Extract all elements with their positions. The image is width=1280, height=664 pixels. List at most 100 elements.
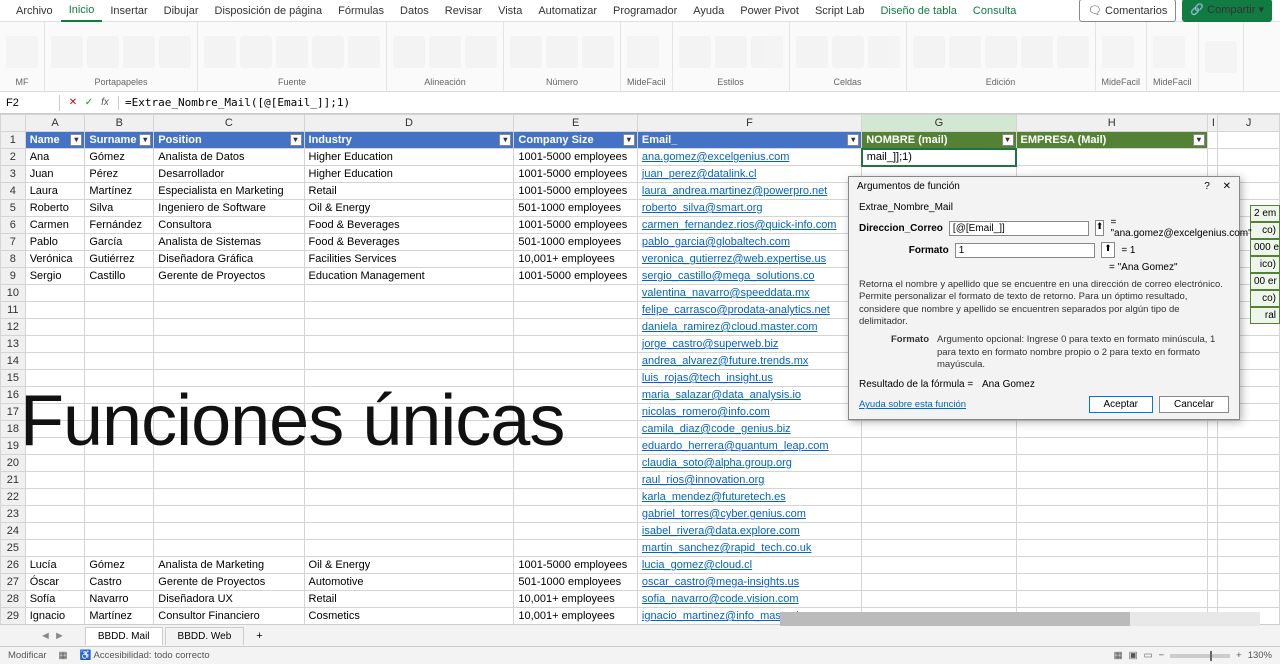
row-header[interactable]: 18 xyxy=(1,421,26,438)
table-header[interactable]: Surname▾ xyxy=(85,132,154,149)
email-link[interactable]: gabriel_torres@cyber.genius.com xyxy=(642,508,806,520)
row-header[interactable]: 9 xyxy=(1,268,26,285)
menu-disposición-de-página[interactable]: Disposición de página xyxy=(207,1,331,21)
email-link[interactable]: karla_mendez@futuretech.es xyxy=(642,491,786,503)
tab-inactive[interactable]: BBDD. Web xyxy=(165,627,245,645)
table-row[interactable]: 24 isabel_rivera@data.explore.com xyxy=(1,523,1280,540)
row-header[interactable]: 24 xyxy=(1,523,26,540)
ribbon-item[interactable] xyxy=(1153,36,1185,68)
view-layout-icon[interactable]: ▣ xyxy=(1129,650,1138,661)
email-link[interactable]: jorge_castro@superweb.biz xyxy=(642,338,779,350)
row-header[interactable]: 5 xyxy=(1,200,26,217)
ribbon-item[interactable] xyxy=(159,36,191,68)
dialog-close-icon[interactable]: ✕ xyxy=(1223,181,1231,192)
active-cell[interactable]: mail_]];1) xyxy=(862,149,1016,166)
row-header[interactable]: 11 xyxy=(1,302,26,319)
ribbon-item[interactable] xyxy=(832,36,864,68)
filter-icon[interactable]: ▾ xyxy=(499,134,511,146)
ribbon-item[interactable] xyxy=(1021,36,1053,68)
filter-icon[interactable]: ▾ xyxy=(1193,134,1205,146)
row-header[interactable]: 23 xyxy=(1,506,26,523)
row-header[interactable]: 4 xyxy=(1,183,26,200)
collapse-icon[interactable]: ⬆ xyxy=(1101,242,1116,258)
ribbon-item[interactable] xyxy=(949,36,981,68)
ribbon-item[interactable] xyxy=(510,36,542,68)
table-row[interactable]: 23 gabriel_torres@cyber.genius.com xyxy=(1,506,1280,523)
ribbon-item[interactable] xyxy=(582,36,614,68)
row-header[interactable]: 29 xyxy=(1,608,26,625)
email-link[interactable]: raul_rios@innovation.org xyxy=(642,474,764,486)
param2-input[interactable] xyxy=(955,243,1095,258)
ok-button[interactable]: Aceptar xyxy=(1089,396,1153,413)
table-header[interactable]: Industry▾ xyxy=(304,132,514,149)
ribbon-item[interactable] xyxy=(1205,41,1237,73)
email-link[interactable]: camila_diaz@code_genius.biz xyxy=(642,423,791,435)
ribbon-item[interactable] xyxy=(715,36,747,68)
ribbon-item[interactable] xyxy=(913,36,945,68)
table-header[interactable]: EMPRESA (Mail)▾ xyxy=(1016,132,1207,149)
col-header[interactable]: I xyxy=(1207,115,1217,132)
dialog-help-icon[interactable]: ? xyxy=(1204,181,1210,192)
ribbon-item[interactable] xyxy=(51,36,83,68)
ribbon-item[interactable] xyxy=(465,36,497,68)
menu-diseño-de-tabla[interactable]: Diseño de tabla xyxy=(872,1,964,21)
table-row[interactable]: 19eduardo_herrera@quantum_leap.com xyxy=(1,438,1280,455)
row-header[interactable]: 17 xyxy=(1,404,26,421)
share-button[interactable]: 🔗 Compartir ▾ xyxy=(1182,0,1272,22)
view-normal-icon[interactable]: ▦ xyxy=(1114,650,1123,661)
col-header[interactable]: F xyxy=(637,115,861,132)
email-link[interactable]: oscar_castro@mega-insights.us xyxy=(642,576,799,588)
table-header[interactable]: Position▾ xyxy=(154,132,304,149)
row-header[interactable]: 14 xyxy=(1,353,26,370)
row-header[interactable]: 19 xyxy=(1,438,26,455)
ribbon-item[interactable] xyxy=(240,36,272,68)
menu-automatizar[interactable]: Automatizar xyxy=(530,1,605,21)
name-box[interactable]: F2 xyxy=(0,95,60,111)
menu-dibujar[interactable]: Dibujar xyxy=(156,1,207,21)
menu-datos[interactable]: Datos xyxy=(392,1,437,21)
zoom-out-icon[interactable]: − xyxy=(1159,650,1165,661)
col-header[interactable]: A xyxy=(25,115,85,132)
row-header[interactable]: 1 xyxy=(1,132,26,149)
fx-icon[interactable]: fx xyxy=(98,96,112,110)
tab-active[interactable]: BBDD. Mail xyxy=(85,627,163,645)
email-link[interactable]: daniela_ramirez@cloud.master.com xyxy=(642,321,818,333)
zoom-level[interactable]: 130% xyxy=(1248,650,1272,661)
email-link[interactable]: veronica_gutierrez@web.expertise.us xyxy=(642,253,826,265)
email-link[interactable]: sofia_navarro@code.vision.com xyxy=(642,593,799,605)
col-header[interactable]: E xyxy=(514,115,637,132)
ribbon-item[interactable] xyxy=(312,36,344,68)
row-header[interactable]: 13 xyxy=(1,336,26,353)
row-header[interactable]: 21 xyxy=(1,472,26,489)
filter-icon[interactable]: ▾ xyxy=(139,134,151,146)
ribbon-item[interactable] xyxy=(276,36,308,68)
horizontal-scrollbar[interactable] xyxy=(780,612,1260,626)
ribbon-item[interactable] xyxy=(985,36,1017,68)
email-link[interactable]: roberto_silva@smart.org xyxy=(642,202,763,214)
row-header[interactable]: 16 xyxy=(1,387,26,404)
cancel-button[interactable]: Cancelar xyxy=(1159,396,1229,413)
row-header[interactable]: 27 xyxy=(1,574,26,591)
col-header[interactable]: D xyxy=(304,115,514,132)
ribbon-item[interactable] xyxy=(87,36,119,68)
menu-vista[interactable]: Vista xyxy=(490,1,530,21)
table-row[interactable]: 28SofíaNavarroDiseñadora UXRetail10,001+… xyxy=(1,591,1280,608)
filter-icon[interactable]: ▾ xyxy=(290,134,302,146)
row-header[interactable]: 20 xyxy=(1,455,26,472)
menu-programador[interactable]: Programador xyxy=(605,1,685,21)
formula-input[interactable]: =Extrae_Nombre_Mail([@[Email_]];1) xyxy=(119,94,1280,111)
email-link[interactable]: isabel_rivera@data.explore.com xyxy=(642,525,800,537)
tab-nav-icons[interactable]: ◄ ► xyxy=(40,630,65,642)
menu-archivo[interactable]: Archivo xyxy=(8,1,61,21)
ribbon-item[interactable] xyxy=(1102,36,1134,68)
email-link[interactable]: lucia_gomez@cloud.cl xyxy=(642,559,752,571)
table-row[interactable]: 25martin_sanchez@rapid_tech.co.uk xyxy=(1,540,1280,557)
table-row[interactable]: 27ÓscarCastroGerente de ProyectosAutomot… xyxy=(1,574,1280,591)
col-header[interactable]: C xyxy=(154,115,304,132)
filter-icon[interactable]: ▾ xyxy=(623,134,635,146)
macro-icon[interactable]: ▦ xyxy=(59,650,68,661)
row-header[interactable]: 12 xyxy=(1,319,26,336)
email-link[interactable]: sergio_castillo@mega_solutions.co xyxy=(642,270,815,282)
filter-icon[interactable]: ▾ xyxy=(1002,134,1014,146)
table-row[interactable]: 22karla_mendez@futuretech.es xyxy=(1,489,1280,506)
